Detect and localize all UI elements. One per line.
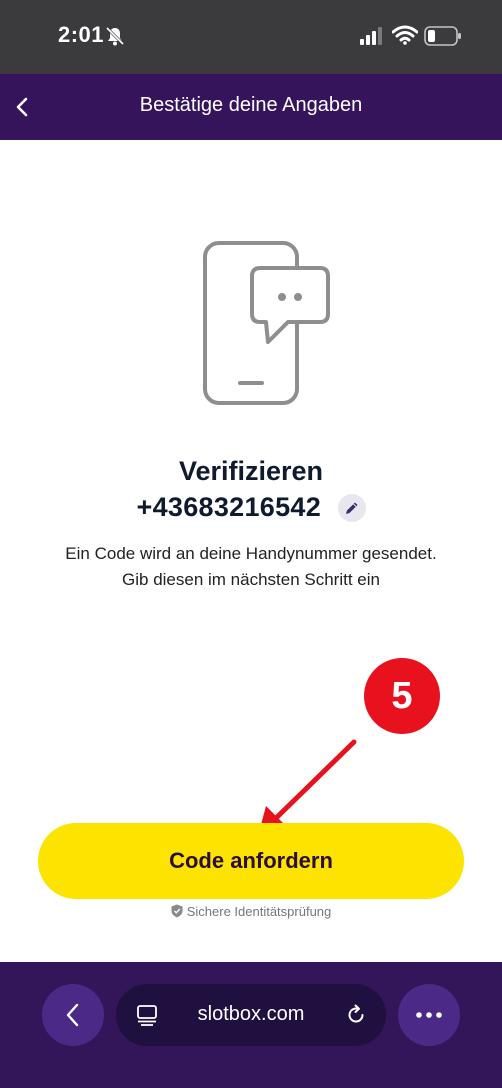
chevron-left-icon (66, 1003, 79, 1027)
description: Ein Code wird an deine Handynummer gesen… (20, 541, 482, 593)
edit-phone-button[interactable] (337, 493, 366, 522)
wifi-icon (392, 25, 418, 45)
app-header: Bestätige deine Angaben (0, 74, 502, 140)
phone-number: +43683216542 (136, 492, 322, 522)
step-number-badge: 5 (364, 658, 440, 734)
pencil-icon (345, 502, 357, 514)
browser-toolbar: slotbox.com (0, 962, 502, 1088)
url-bar[interactable]: slotbox.com (116, 984, 386, 1046)
browser-back-button[interactable] (42, 984, 104, 1046)
description-line-2: Gib diesen im nächsten Schritt ein (122, 570, 380, 589)
battery-icon (424, 26, 461, 46)
more-icon (416, 1012, 442, 1018)
signal-icon (360, 27, 382, 45)
status-time: 2:01 (58, 22, 105, 47)
bell-slash-icon (105, 26, 125, 46)
secure-identity-note: Sichere Identitätsprüfung (0, 904, 502, 919)
page-title: Bestätige deine Angaben (139, 94, 363, 116)
screen: 2:01 Bestätige deine Angaben Verifiziere… (0, 0, 502, 1088)
secure-label: Sichere Identitätsprüfung (186, 904, 332, 919)
request-code-button[interactable]: Code anfordern (38, 823, 464, 899)
phone-chat-icon (203, 241, 330, 405)
reload-icon[interactable] (344, 1003, 368, 1027)
description-line-1: Ein Code wird an deine Handynummer gesen… (65, 544, 437, 563)
verify-title: Verifizieren (178, 456, 324, 486)
shield-check-icon (171, 904, 183, 918)
status-bar: 2:01 (0, 0, 502, 74)
more-button[interactable] (398, 984, 460, 1046)
phone-number-row: +43683216542 (0, 492, 502, 528)
